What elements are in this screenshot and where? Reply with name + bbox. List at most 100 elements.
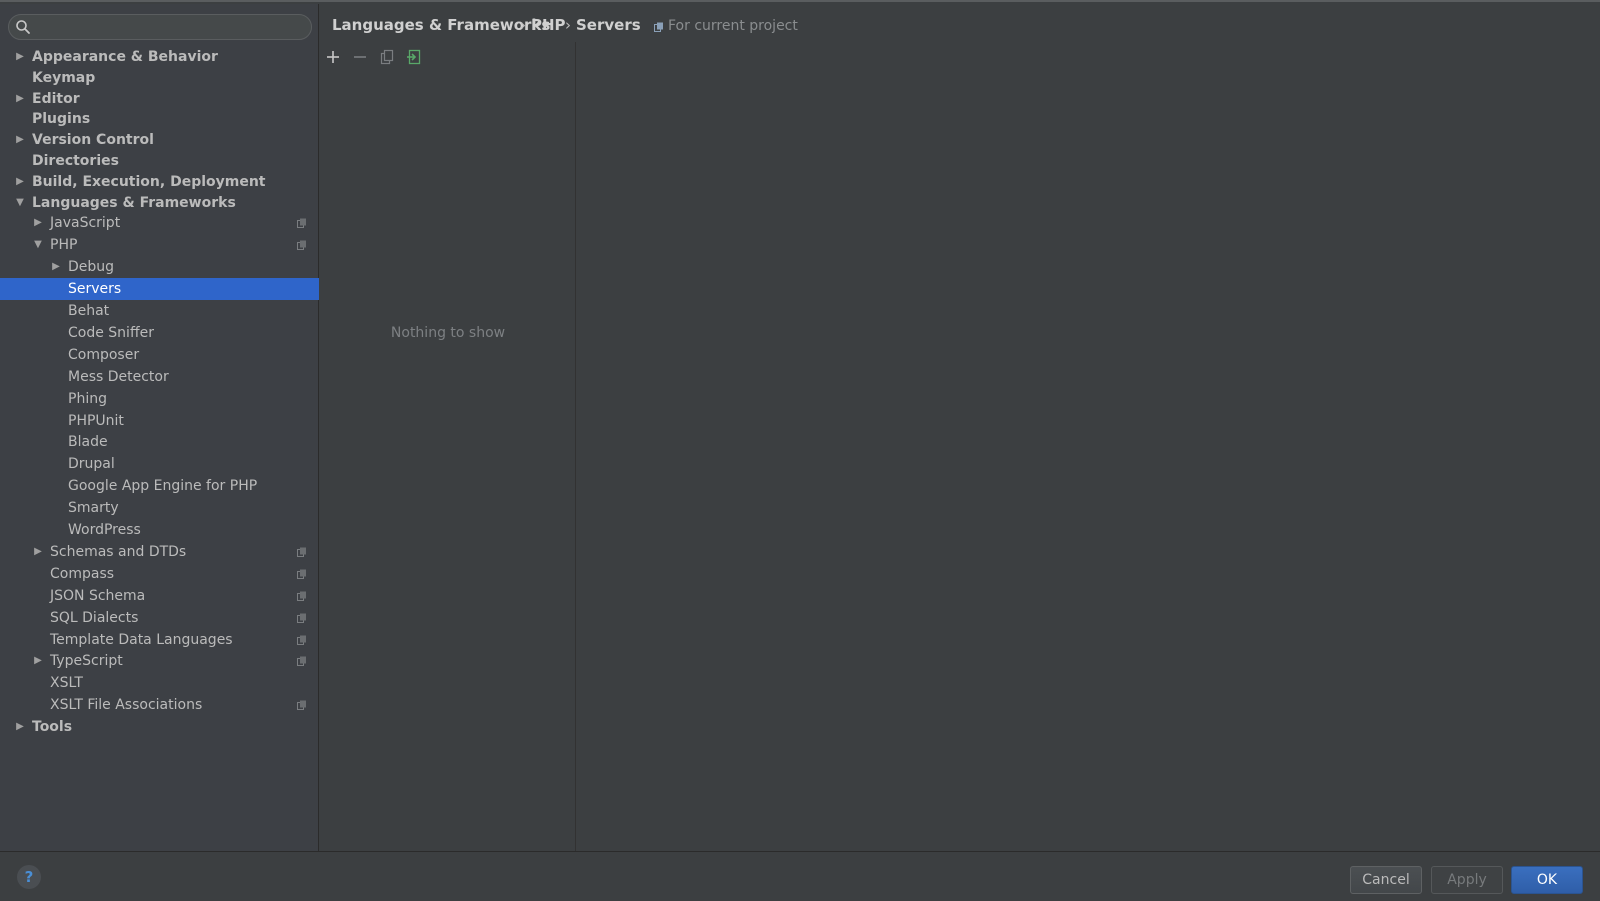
collapsed-arrow-icon[interactable]: ▶ bbox=[14, 171, 26, 193]
tree-item-json-schema[interactable]: JSON Schema bbox=[0, 585, 319, 607]
tree-item-label: JavaScript bbox=[50, 215, 121, 232]
tree-item-label: SQL Dialects bbox=[50, 609, 139, 626]
empty-list-message: Nothing to show bbox=[390, 325, 506, 341]
tree-item-build-execution-deployment[interactable]: ▶ Build, Execution, Deployment bbox=[0, 171, 319, 193]
project-level-icon bbox=[297, 700, 306, 711]
tree-item-blade[interactable]: Blade bbox=[0, 431, 319, 453]
help-button[interactable]: ? bbox=[17, 865, 41, 889]
servers-list-panel[interactable]: Nothing to show bbox=[320, 42, 576, 851]
breadcrumb: Languages & Frameworks › PHP › Servers F… bbox=[320, 4, 1600, 44]
tree-item-label: Template Data Languages bbox=[50, 631, 233, 648]
tree-item-editor[interactable]: ▶ Editor bbox=[0, 88, 319, 110]
tree-item-php[interactable]: ▼ PHP bbox=[0, 234, 319, 256]
add-server-button[interactable] bbox=[322, 46, 344, 68]
tree-item-label: Version Control bbox=[32, 132, 154, 149]
ok-button[interactable]: OK bbox=[1511, 866, 1583, 894]
tree-item-label: WordPress bbox=[68, 522, 141, 538]
tree-item-label: Schemas and DTDs bbox=[50, 543, 187, 560]
tree-item-behat[interactable]: Behat bbox=[0, 300, 319, 322]
tree-item-label: XSLT bbox=[50, 675, 83, 692]
tree-item-typescript[interactable]: ▶ TypeScript bbox=[0, 650, 319, 672]
expanded-arrow-icon[interactable]: ▼ bbox=[14, 192, 26, 214]
collapsed-arrow-icon[interactable]: ▶ bbox=[14, 716, 26, 738]
tree-item-plugins[interactable]: Plugins bbox=[0, 108, 319, 130]
settings-sidebar: ▶ Appearance & Behavior Keymap ▶ Editor Plugi… bbox=[0, 4, 319, 851]
project-level-icon bbox=[297, 547, 306, 557]
dialog-footer: ? Cancel Apply OK bbox=[0, 851, 1600, 901]
tree-item-label: Behat bbox=[68, 303, 110, 319]
tree-item-label: JSON Schema bbox=[50, 587, 146, 604]
tree-item-composer[interactable]: Composer bbox=[0, 344, 319, 366]
tree-item-wordpress[interactable]: WordPress bbox=[0, 519, 319, 541]
tree-item-mess-detector[interactable]: Mess Detector bbox=[0, 366, 319, 388]
project-level-icon bbox=[297, 591, 306, 601]
collapsed-arrow-icon[interactable]: ▶ bbox=[14, 46, 26, 68]
tree-item-keymap[interactable]: Keymap bbox=[0, 67, 319, 89]
tree-item-label: Mess Detector bbox=[68, 368, 169, 385]
breadcrumb-item-php: PHP bbox=[531, 16, 566, 34]
tree-item-xslt[interactable]: XSLT bbox=[0, 672, 319, 694]
tree-item-label: PHP bbox=[50, 237, 78, 254]
tree-item-phing[interactable]: Phing bbox=[0, 388, 319, 410]
tree-item-javascript[interactable]: ▶ JavaScript bbox=[0, 212, 319, 234]
settings-window: ▶ Appearance & Behavior Keymap ▶ Editor Plugi… bbox=[0, 0, 1600, 901]
tree-item-label: Directories bbox=[32, 153, 119, 169]
collapsed-arrow-icon[interactable]: ▶ bbox=[32, 541, 44, 563]
breadcrumb-separator: › bbox=[520, 16, 526, 34]
tree-item-label: Languages & Frameworks bbox=[32, 194, 236, 211]
collapsed-arrow-icon[interactable]: ▶ bbox=[32, 650, 44, 672]
collapsed-arrow-icon[interactable]: ▶ bbox=[14, 129, 26, 151]
copy-icon bbox=[380, 49, 394, 65]
scope-label: For current project bbox=[668, 18, 798, 34]
tree-item-label: Plugins bbox=[32, 111, 91, 128]
collapsed-arrow-icon[interactable]: ▶ bbox=[50, 256, 62, 278]
project-level-icon bbox=[297, 569, 306, 579]
tree-item-compass[interactable]: Compass bbox=[0, 563, 319, 585]
tree-item-drupal[interactable]: Drupal bbox=[0, 453, 319, 475]
collapsed-arrow-icon[interactable]: ▶ bbox=[14, 88, 26, 110]
search-input[interactable] bbox=[35, 18, 305, 36]
tree-item-languages-frameworks[interactable]: ▼ Languages & Frameworks bbox=[0, 192, 319, 214]
apply-button[interactable]: Apply bbox=[1431, 866, 1503, 894]
tree-item-label: Debug bbox=[68, 259, 115, 276]
breadcrumb-separator: › bbox=[565, 16, 571, 34]
tree-item-appearance-behavior[interactable]: ▶ Appearance & Behavior bbox=[0, 46, 319, 68]
tree-item-servers[interactable]: Servers bbox=[0, 278, 319, 301]
copy-server-button[interactable] bbox=[376, 46, 398, 68]
cancel-button[interactable]: Cancel bbox=[1350, 866, 1422, 894]
import-server-button[interactable] bbox=[403, 46, 425, 68]
search-box[interactable] bbox=[8, 14, 312, 40]
tree-item-label: Drupal bbox=[68, 456, 115, 473]
tree-item-tools[interactable]: ▶ Tools bbox=[0, 716, 319, 738]
project-level-icon bbox=[297, 635, 306, 645]
tree-item-google-app-engine-for-php[interactable]: Google App Engine for PHP bbox=[0, 475, 319, 497]
tree-item-phpunit[interactable]: PHPUnit bbox=[0, 410, 319, 432]
tree-item-directories[interactable]: Directories bbox=[0, 150, 319, 172]
project-level-icon bbox=[297, 218, 306, 229]
remove-server-button[interactable] bbox=[349, 46, 371, 68]
collapsed-arrow-icon[interactable]: ▶ bbox=[32, 212, 44, 234]
expanded-arrow-icon[interactable]: ▼ bbox=[32, 234, 44, 256]
tree-item-template-data-languages[interactable]: Template Data Languages bbox=[0, 629, 319, 651]
tree-item-code-sniffer[interactable]: Code Sniffer bbox=[0, 322, 319, 344]
tree-item-label: Composer bbox=[68, 346, 140, 363]
tree-item-label: Blade bbox=[68, 434, 108, 451]
tree-item-smarty[interactable]: Smarty bbox=[0, 497, 319, 519]
import-icon bbox=[407, 49, 421, 65]
minus-icon bbox=[354, 56, 366, 58]
tree-item-sql-dialects[interactable]: SQL Dialects bbox=[0, 607, 319, 629]
tree-item-label: Code Sniffer bbox=[68, 324, 154, 341]
tree-item-label: Compass bbox=[50, 565, 115, 582]
tree-item-label: TypeScript bbox=[50, 653, 123, 670]
tree-item-label: Tools bbox=[32, 719, 73, 736]
tree-item-version-control[interactable]: ▶ Version Control bbox=[0, 129, 319, 151]
tree-item-label: PHPUnit bbox=[68, 412, 124, 429]
tree-item-label: Smarty bbox=[68, 500, 119, 517]
tree-item-xslt-file-associations[interactable]: XSLT File Associations bbox=[0, 694, 319, 716]
breadcrumb-item-servers: Servers bbox=[576, 16, 641, 34]
tree-item-debug[interactable]: ▶ Debug bbox=[0, 256, 319, 278]
tree-item-label: Phing bbox=[68, 390, 107, 407]
plus-icon bbox=[327, 51, 339, 63]
tree-item-schemas-and-dtds[interactable]: ▶ Schemas and DTDs bbox=[0, 541, 319, 563]
search-icon bbox=[16, 20, 30, 34]
